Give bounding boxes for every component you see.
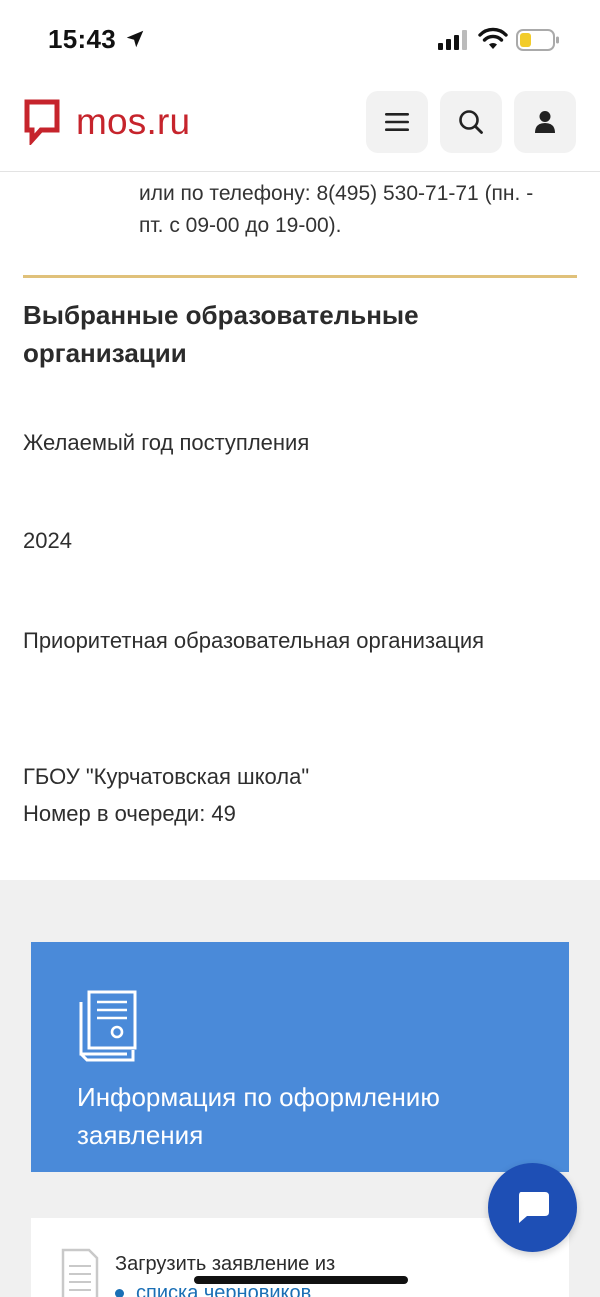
drafts-list-link[interactable]: списка черновиков (115, 1282, 311, 1297)
wifi-icon (478, 27, 508, 49)
menu-icon (385, 113, 409, 131)
search-button[interactable] (440, 91, 502, 153)
logo-text: mos.ru (76, 101, 191, 142)
home-indicator[interactable] (194, 1276, 408, 1284)
mos-ru-logo[interactable]: mos.ru (24, 98, 190, 146)
cellular-signal-icon (438, 30, 467, 50)
battery-icon (516, 29, 559, 51)
section-divider (23, 275, 577, 278)
section-title: Выбранные образовательные организации (23, 300, 419, 368)
site-header: mos.ru (0, 80, 600, 172)
document-icon (61, 1248, 99, 1297)
location-arrow-icon (126, 30, 144, 48)
queue-number: Номер в очереди: 49 (23, 801, 236, 826)
desired-year-value: 2024 (23, 528, 72, 553)
chat-button[interactable] (488, 1163, 577, 1252)
chat-bubble-icon (518, 1191, 549, 1223)
user-icon (535, 111, 555, 133)
logo-speech-bubble-icon (24, 99, 60, 145)
priority-organization-value: ГБОУ "Курчатовская школа" Номер в очеред… (23, 758, 563, 832)
desired-year-label: Желаемый год поступления (23, 430, 310, 455)
document-stack-icon (79, 990, 137, 1062)
user-profile-button[interactable] (514, 91, 576, 153)
status-bar: 15:43 (0, 0, 600, 80)
upload-draft-text: Загрузить заявление из (115, 1253, 336, 1275)
application-info-card[interactable]: Информация по оформлению заявления (31, 942, 569, 1172)
drafts-list-link-text: списка черновиков (136, 1282, 312, 1297)
contact-phone-text: или по телефону: 8(495) 530-71-71 (пн. -… (139, 182, 534, 237)
status-time: 15:43 (48, 24, 116, 54)
application-info-text: Информация по оформлению заявления (77, 1082, 440, 1150)
upload-draft-card[interactable]: Загрузить заявление из списка черновиков (31, 1218, 569, 1297)
school-name: ГБОУ "Курчатовская школа" (23, 764, 310, 789)
menu-button[interactable] (366, 91, 428, 153)
search-icon (459, 110, 483, 134)
priority-organization-label: Приоритетная образовательная организация (23, 628, 485, 653)
bullet-dot-icon (115, 1289, 124, 1297)
